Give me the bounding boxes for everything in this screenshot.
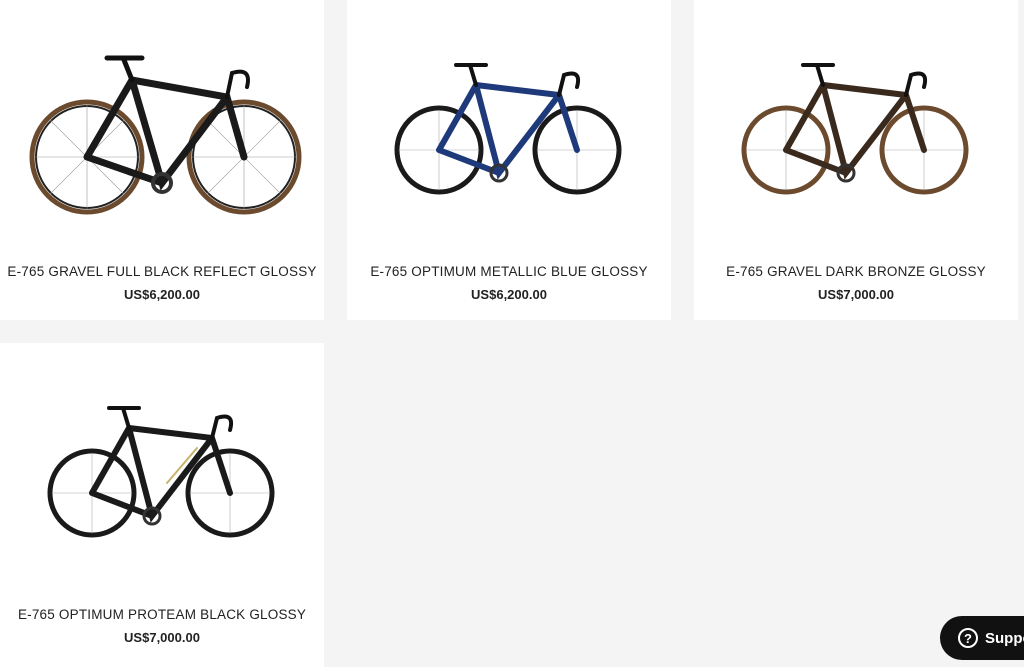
bicycle-icon xyxy=(47,406,275,538)
product-title[interactable]: E-765 GRAVEL DARK BRONZE GLOSSY xyxy=(694,264,1018,279)
product-image[interactable] xyxy=(0,0,324,240)
product-image[interactable] xyxy=(347,0,671,240)
product-image[interactable] xyxy=(0,343,324,583)
bicycle-icon xyxy=(741,63,969,195)
product-price: US$6,200.00 xyxy=(471,287,547,302)
question-icon: ? xyxy=(958,628,978,648)
product-price: US$7,000.00 xyxy=(124,630,200,645)
product-title[interactable]: E-765 OPTIMUM METALLIC BLUE GLOSSY xyxy=(347,264,671,279)
product-price: US$7,000.00 xyxy=(818,287,894,302)
bicycle-icon xyxy=(394,63,622,195)
product-card[interactable]: E-765 GRAVEL FULL BLACK REFLECT GLOSSY U… xyxy=(0,0,324,320)
product-card[interactable]: E-765 OPTIMUM PROTEAM BLACK GLOSSY US$7,… xyxy=(0,343,324,667)
bicycle-icon xyxy=(29,55,302,215)
product-card[interactable]: E-765 OPTIMUM METALLIC BLUE GLOSSY US$6,… xyxy=(347,0,671,320)
support-label: Suppo xyxy=(985,629,1024,647)
product-price: US$6,200.00 xyxy=(124,287,200,302)
product-title[interactable]: E-765 GRAVEL FULL BLACK REFLECT GLOSSY xyxy=(0,264,324,279)
product-image[interactable] xyxy=(694,0,1018,240)
support-button[interactable]: ? Suppo xyxy=(940,616,1024,660)
product-card[interactable]: E-765 GRAVEL DARK BRONZE GLOSSY US$7,000… xyxy=(694,0,1018,320)
product-title[interactable]: E-765 OPTIMUM PROTEAM BLACK GLOSSY xyxy=(0,607,324,622)
